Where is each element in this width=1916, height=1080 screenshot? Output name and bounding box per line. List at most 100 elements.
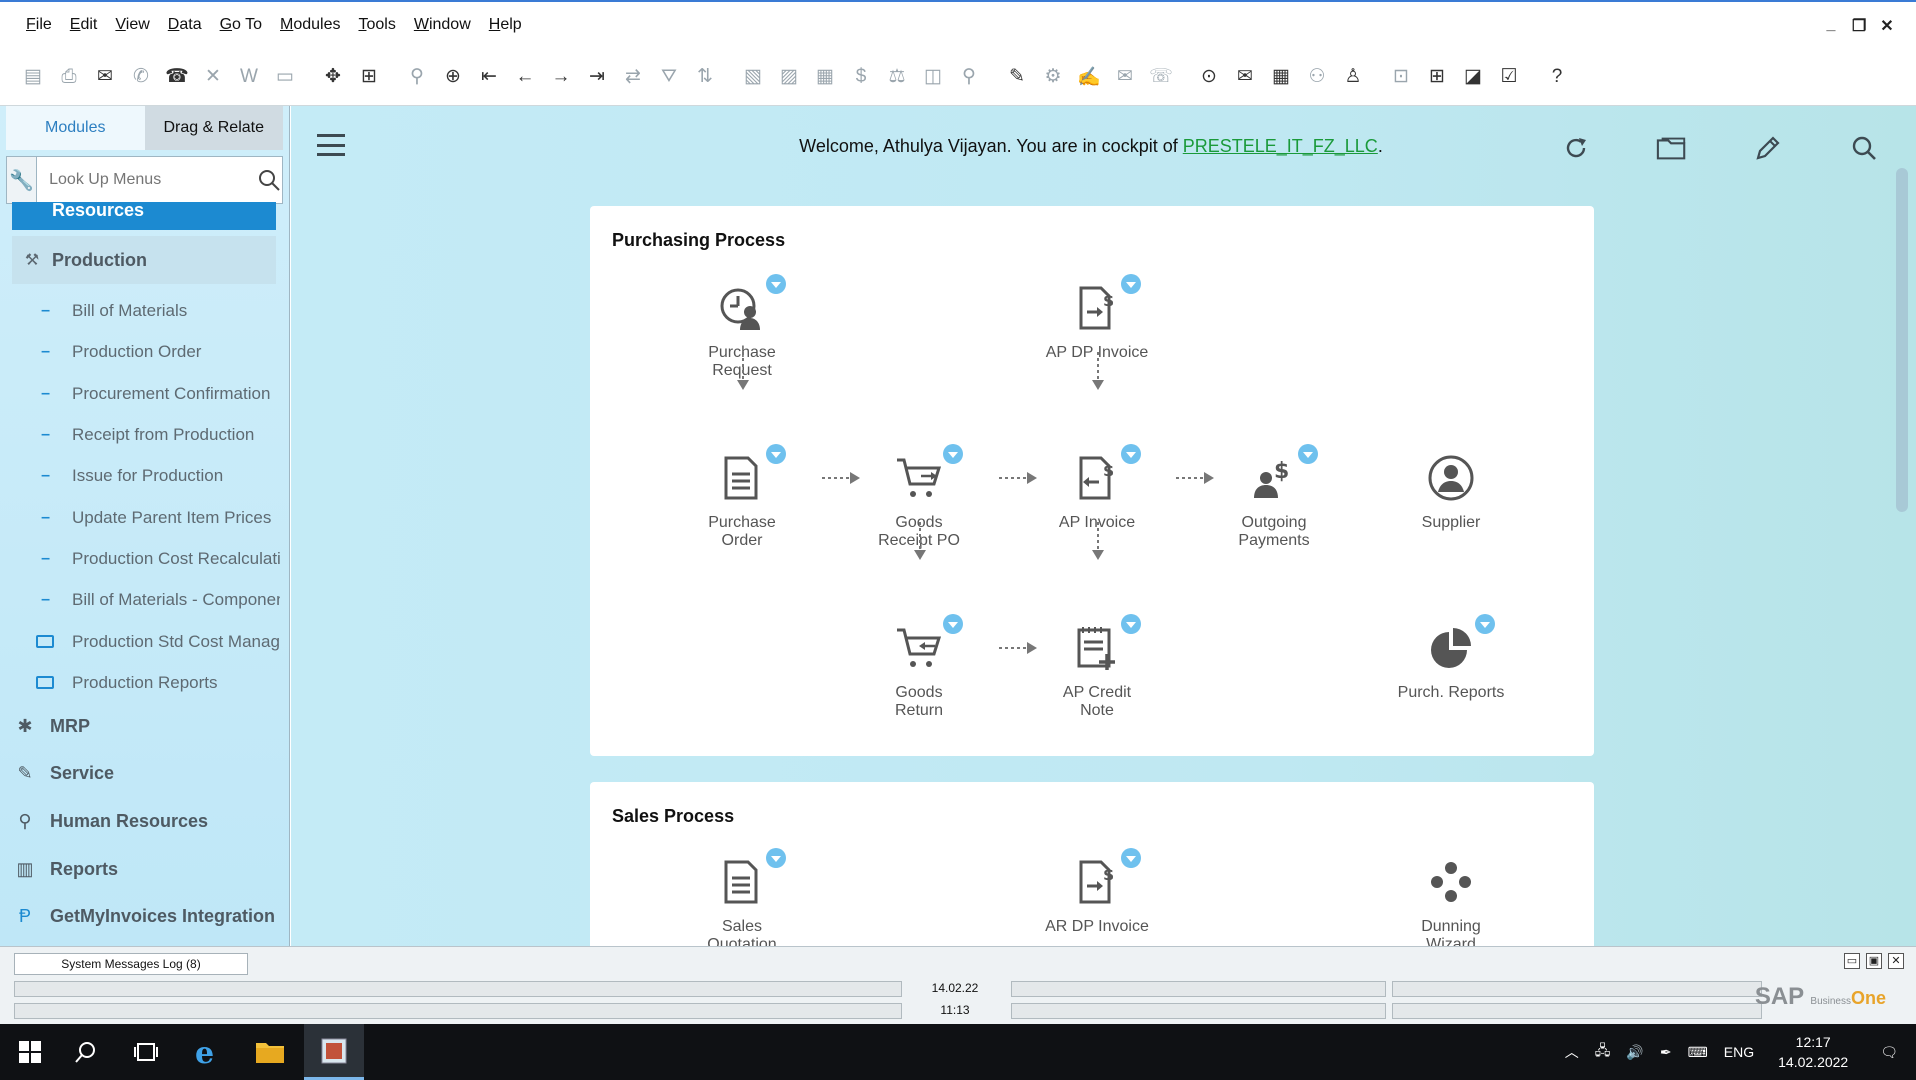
messages-icon[interactable]: ✉ xyxy=(1232,64,1258,90)
cockpit-icon[interactable]: ⊞ xyxy=(1424,64,1450,90)
pen-icon[interactable]: ✒ xyxy=(1660,1044,1672,1061)
node-sales-quotation[interactable]: Sales Quotation xyxy=(672,848,812,946)
excel-icon[interactable]: ✕ xyxy=(200,64,226,90)
menu-goto[interactable]: Go To xyxy=(220,16,262,34)
task-view-icon[interactable] xyxy=(116,1024,176,1080)
menu-item-production-order[interactable]: – Production Order xyxy=(0,331,290,372)
search-icon[interactable] xyxy=(256,157,282,203)
restore-button[interactable]: ❐ xyxy=(1852,16,1866,36)
message-icon[interactable]: ✉ xyxy=(1112,64,1138,90)
menu-data[interactable]: Data xyxy=(168,16,202,34)
pdf-icon[interactable]: ▭ xyxy=(272,64,298,90)
taskbar-clock[interactable]: 12:17 14.02.2022 xyxy=(1778,1032,1848,1072)
menu-item-production-cost-recalculation[interactable]: – Production Cost Recalculation xyxy=(0,538,290,579)
dropdown-badge-icon[interactable] xyxy=(1298,444,1318,464)
sidebar-item-resources[interactable]: Resources xyxy=(12,202,276,230)
gross-profit-icon[interactable]: $ xyxy=(848,64,874,90)
dock-restore-icon[interactable]: ▭ xyxy=(1844,953,1860,969)
search-icon[interactable] xyxy=(1848,132,1880,164)
menu-tools[interactable]: Tools xyxy=(358,16,395,34)
dropdown-badge-icon[interactable] xyxy=(943,614,963,634)
filter-icon[interactable]: ⛛ xyxy=(656,64,682,90)
pencil-icon[interactable] xyxy=(1752,132,1784,164)
menu-item-update-parent-item-prices[interactable]: – Update Parent Item Prices xyxy=(0,497,290,538)
edit-icon[interactable]: ✎ xyxy=(1004,64,1030,90)
target-document-icon[interactable]: ▨ xyxy=(776,64,802,90)
dropdown-badge-icon[interactable] xyxy=(1475,614,1495,634)
move-icon[interactable]: ✥ xyxy=(320,64,346,90)
menu-modules[interactable]: Modules xyxy=(280,16,340,34)
form-settings-icon[interactable]: ⊞ xyxy=(356,64,382,90)
notifications-icon[interactable]: 🗨 xyxy=(1880,1044,1898,1061)
chevron-up-icon[interactable]: ︿ xyxy=(1565,1042,1579,1062)
minimize-button[interactable]: _ xyxy=(1824,16,1838,36)
menu-file[interactable]: File xyxy=(26,16,52,34)
email-icon[interactable]: ✉ xyxy=(92,64,118,90)
volume-weight-icon[interactable]: ⚖ xyxy=(884,64,910,90)
layout-designer-icon[interactable]: ▦ xyxy=(812,64,838,90)
calendar-icon[interactable]: ▦ xyxy=(1268,64,1294,90)
node-goods-return[interactable]: Goods Return xyxy=(849,614,989,720)
menu-item-receipt-from-production[interactable]: – Receipt from Production xyxy=(0,414,290,455)
volume-icon[interactable]: 🔊 xyxy=(1626,1044,1643,1061)
print-icon[interactable]: ⎙ xyxy=(56,64,82,90)
split-icon[interactable]: ◫ xyxy=(920,64,946,90)
language-indicator[interactable]: ENG xyxy=(1724,1044,1754,1060)
dropdown-badge-icon[interactable] xyxy=(1121,614,1141,634)
internet-explorer-icon[interactable]: e xyxy=(176,1024,236,1080)
word-icon[interactable]: W xyxy=(236,64,262,90)
dropdown-badge-icon[interactable] xyxy=(1121,274,1141,294)
next-record-icon[interactable]: → xyxy=(548,64,574,90)
sidebar-item-human-resources[interactable]: ⚲ Human Resources xyxy=(0,798,290,845)
dock-maximize-icon[interactable]: ▣ xyxy=(1866,953,1882,969)
activity-icon[interactable]: ⊙ xyxy=(1196,64,1222,90)
company-link[interactable]: PRESTELE_IT_FZ_LLC xyxy=(1183,136,1378,156)
user-icon[interactable]: ♙ xyxy=(1340,64,1366,90)
wrench-icon[interactable]: 🔧 xyxy=(7,157,38,203)
menu-item-procurement-confirmation[interactable]: – Procurement Confirmation xyxy=(0,373,290,414)
dropdown-badge-icon[interactable] xyxy=(766,848,786,868)
dashboard-icon[interactable]: ◪ xyxy=(1460,64,1486,90)
node-supplier[interactable]: Supplier xyxy=(1381,448,1521,532)
menu-item-issue-for-production[interactable]: – Issue for Production xyxy=(0,455,290,496)
node-ar-dp-invoice[interactable]: $ AR DP Invoice xyxy=(1027,848,1167,936)
node-purch-reports[interactable]: Purch. Reports xyxy=(1381,614,1521,702)
sidebar-item-production[interactable]: ⚒ Production xyxy=(12,236,276,284)
sap-business-one-taskbar-icon[interactable] xyxy=(304,1024,364,1080)
dropdown-badge-icon[interactable] xyxy=(943,444,963,464)
base-document-icon[interactable]: ▧ xyxy=(740,64,766,90)
find-icon[interactable]: ⚲ xyxy=(404,64,430,90)
sidebar-item-reports[interactable]: ▥ Reports xyxy=(0,846,290,893)
sidebar-item-getmyinvoices[interactable]: Ᵽ GetMyInvoices Integration xyxy=(0,893,290,940)
scrollbar[interactable] xyxy=(1896,168,1908,512)
menu-window[interactable]: Window xyxy=(414,16,471,34)
menu-item-bill-of-materials[interactable]: – Bill of Materials xyxy=(0,290,290,331)
transaction-journal-icon[interactable]: ⚲ xyxy=(956,64,982,90)
sms-icon[interactable]: ✆ xyxy=(128,64,154,90)
previous-record-icon[interactable]: ← xyxy=(512,64,538,90)
menu-edit[interactable]: Edit xyxy=(70,16,98,34)
last-record-icon[interactable]: ⇥ xyxy=(584,64,610,90)
tab-drag-relate[interactable]: Drag & Relate xyxy=(144,106,283,150)
dock-close-icon[interactable]: ✕ xyxy=(1888,953,1904,969)
dropdown-badge-icon[interactable] xyxy=(1121,848,1141,868)
menu-item-bom-component[interactable]: – Bill of Materials - Component xyxy=(0,579,290,620)
taskbar-search-icon[interactable] xyxy=(56,1024,116,1080)
node-ap-invoice[interactable]: $ AP Invoice xyxy=(1027,444,1167,532)
system-messages-tab[interactable]: System Messages Log (8) xyxy=(14,953,248,975)
keyboard-icon[interactable]: ⌨ xyxy=(1688,1044,1708,1061)
menu-view[interactable]: View xyxy=(115,16,149,34)
settings-icon[interactable]: ⚙ xyxy=(1040,64,1066,90)
node-ap-credit-note[interactable]: AP Credit Note xyxy=(1027,614,1167,720)
alert-icon[interactable]: ☏ xyxy=(1148,64,1174,90)
dropdown-badge-icon[interactable] xyxy=(766,274,786,294)
sidebar-item-mrp[interactable]: ✱ MRP xyxy=(0,703,290,750)
node-dunning-wizard[interactable]: Dunning Wizard xyxy=(1381,852,1521,946)
close-button[interactable]: ✕ xyxy=(1880,16,1894,36)
node-ap-dp-invoice[interactable]: $ AP DP Invoice xyxy=(1027,274,1167,362)
windows-start-icon[interactable] xyxy=(0,1024,60,1080)
help-icon[interactable]: ? xyxy=(1544,64,1570,90)
file-explorer-icon[interactable] xyxy=(240,1024,300,1080)
sidebar-item-service[interactable]: ✎ Service xyxy=(0,750,290,797)
widget-icon[interactable]: ⊡ xyxy=(1388,64,1414,90)
